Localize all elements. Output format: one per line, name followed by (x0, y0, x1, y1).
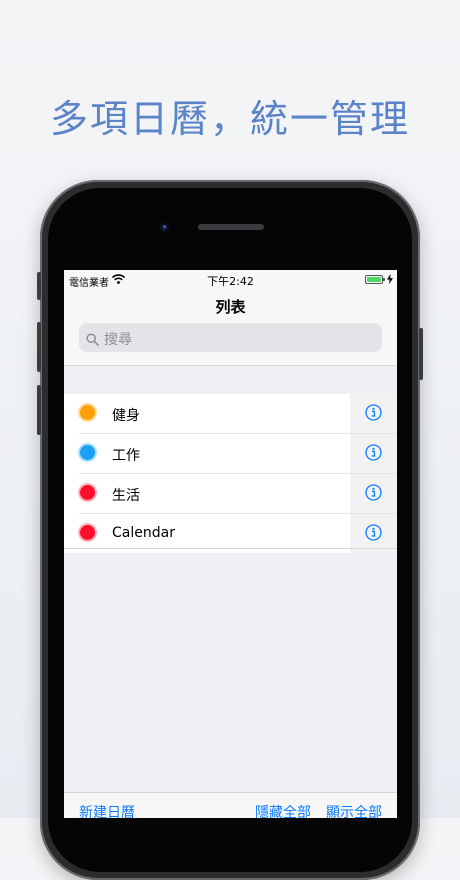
calendar-row-work[interactable]: 工作 (79, 434, 397, 474)
info-icon[interactable] (365, 484, 382, 505)
search-input[interactable]: 搜尋 (79, 323, 382, 352)
app-screen: 電信業者 下午2:42 列表 搜尋 健身 工作 生活 Calendar 新建日曆… (64, 270, 397, 818)
info-icon[interactable] (365, 444, 382, 465)
navigation-bar: 列表 搜尋 (64, 290, 397, 366)
calendar-list: 健身 工作 生活 Calendar (64, 394, 397, 553)
status-bar: 電信業者 下午2:42 (64, 270, 397, 290)
front-camera (160, 223, 169, 232)
mute-switch (37, 272, 41, 300)
bottom-toolbar: 新建日曆 隱藏全部 顯示全部 (64, 792, 397, 818)
info-icon[interactable] (365, 524, 382, 545)
new-calendar-button[interactable]: 新建日曆 (79, 802, 135, 818)
info-icon[interactable] (365, 404, 382, 425)
calendar-color-dot (80, 525, 95, 540)
calendar-label: 健身 (112, 408, 140, 424)
calendar-color-dot (80, 485, 95, 500)
calendar-color-dot (80, 405, 95, 420)
search-placeholder: 搜尋 (104, 332, 132, 348)
show-all-button[interactable]: 顯示全部 (326, 802, 382, 818)
volume-down-button (37, 385, 41, 435)
page-title: 列表 (215, 298, 246, 316)
calendar-color-dot (80, 445, 95, 460)
power-button (419, 328, 423, 380)
hide-all-button[interactable]: 隱藏全部 (255, 802, 311, 818)
calendar-row-fitness[interactable]: 健身 (79, 394, 397, 434)
charging-icon (387, 274, 393, 287)
calendar-label: 工作 (112, 448, 140, 464)
list-divider (64, 548, 397, 549)
earpiece-speaker (198, 224, 264, 230)
battery-icon (365, 275, 385, 284)
calendar-label: 生活 (112, 488, 140, 504)
search-icon (86, 331, 99, 350)
clock-time: 下午2:42 (207, 275, 254, 288)
volume-up-button (37, 322, 41, 372)
calendar-label: Calendar (112, 525, 175, 541)
calendar-row-life[interactable]: 生活 (79, 474, 397, 514)
promo-headline: 多項日曆，統一管理 (49, 97, 410, 141)
